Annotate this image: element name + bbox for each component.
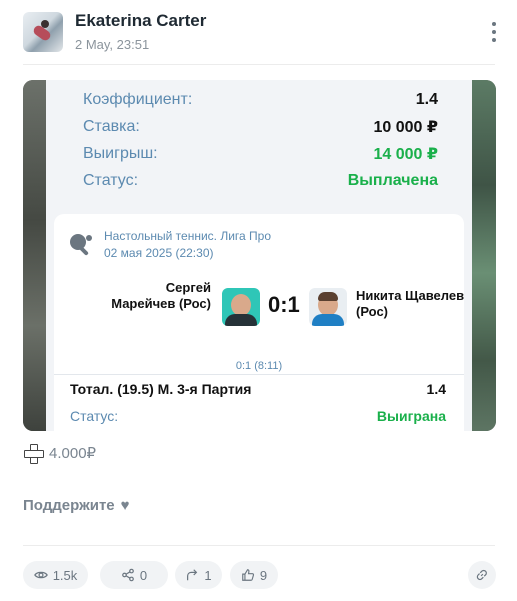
slip-row-win: Выигрыш: 14 000 ₽ xyxy=(83,142,438,166)
donate-amount-text: 4.000₽ xyxy=(49,445,97,462)
player2-photo xyxy=(309,288,347,326)
thumbs-up-icon xyxy=(242,569,254,581)
eye-icon xyxy=(33,571,48,579)
odds-label: Коэффициент: xyxy=(83,91,193,108)
plus-icon xyxy=(23,443,44,464)
player1-name: Сергей Марейчев (Рос) xyxy=(111,280,211,311)
share-icon xyxy=(122,568,134,582)
copy-link-button[interactable] xyxy=(468,561,496,589)
author-avatar[interactable] xyxy=(23,12,63,52)
match-card: Настольный теннис. Лига Про 02 мая 2025 … xyxy=(54,214,464,431)
repost-arrow-icon xyxy=(187,569,198,581)
set-score: 0:1 (8:11) xyxy=(235,360,283,372)
bet-status-row: Статус: Выиграна xyxy=(70,408,446,424)
status-label: Статус: xyxy=(83,172,139,189)
post-image[interactable]: Коэффициент: 1.4 Ставка: 10 000 ₽ Выигры… xyxy=(23,80,496,431)
card-divider xyxy=(54,374,464,375)
slip-row-stake: Ставка: 10 000 ₽ xyxy=(83,115,438,139)
status-value: Выплачена xyxy=(347,172,438,189)
header-divider xyxy=(23,64,495,65)
action-bar: 1.5k 0 1 9 xyxy=(23,561,496,589)
stake-value: 10 000 ₽ xyxy=(373,119,438,136)
like-button[interactable]: 9 xyxy=(230,561,278,589)
repost-count: 1 xyxy=(204,567,212,583)
support-label: Поддержите xyxy=(23,497,115,514)
match-datetime: 02 мая 2025 (22:30) xyxy=(104,246,214,260)
bet-odds: 1.4 xyxy=(426,381,446,397)
table-tennis-icon xyxy=(70,234,92,256)
heart-icon: ♥ xyxy=(120,497,130,514)
support-button[interactable]: Поддержите ♥ xyxy=(23,497,130,514)
image-blur-right xyxy=(472,80,496,431)
bet-status-value: Выиграна xyxy=(376,408,446,424)
player2-name: Никита Щавелев (Рос) xyxy=(356,288,465,319)
bet-slip: Коэффициент: 1.4 Ставка: 10 000 ₽ Выигры… xyxy=(46,80,472,431)
post-header: Ekaterina Carter 2 May, 23:51 xyxy=(0,0,517,64)
bet-market: Тотал. (19.5) М. 3-я Партия xyxy=(70,381,252,397)
slip-row-odds: Коэффициент: 1.4 xyxy=(83,88,438,112)
match-league: Настольный теннис. Лига Про xyxy=(104,229,271,243)
match-score: 0:1 xyxy=(268,292,300,317)
views-button[interactable]: 1.5k xyxy=(23,561,88,589)
author-name[interactable]: Ekaterina Carter xyxy=(75,11,206,31)
donate-amount[interactable]: 4.000₽ xyxy=(23,443,97,464)
bet-market-row: Тотал. (19.5) М. 3-я Партия 1.4 xyxy=(70,381,446,397)
share-count: 0 xyxy=(139,567,148,583)
link-icon xyxy=(476,569,487,581)
image-blur-left xyxy=(23,80,46,431)
like-count: 9 xyxy=(259,567,268,583)
stake-label: Ставка: xyxy=(83,118,140,135)
post-date: 2 May, 23:51 xyxy=(75,37,150,52)
footer-divider xyxy=(23,545,495,546)
slip-row-status: Статус: Выплачена xyxy=(83,169,438,193)
repost-button[interactable]: 1 xyxy=(175,561,222,589)
bet-status-label: Статус: xyxy=(70,408,119,424)
odds-value: 1.4 xyxy=(415,91,438,108)
more-options-icon[interactable] xyxy=(491,22,497,42)
player1-photo xyxy=(222,288,260,326)
win-label: Выигрыш: xyxy=(83,145,158,162)
win-value: 14 000 ₽ xyxy=(373,146,438,163)
views-count: 1.5k xyxy=(52,567,78,583)
share-button[interactable]: 0 xyxy=(100,561,168,589)
